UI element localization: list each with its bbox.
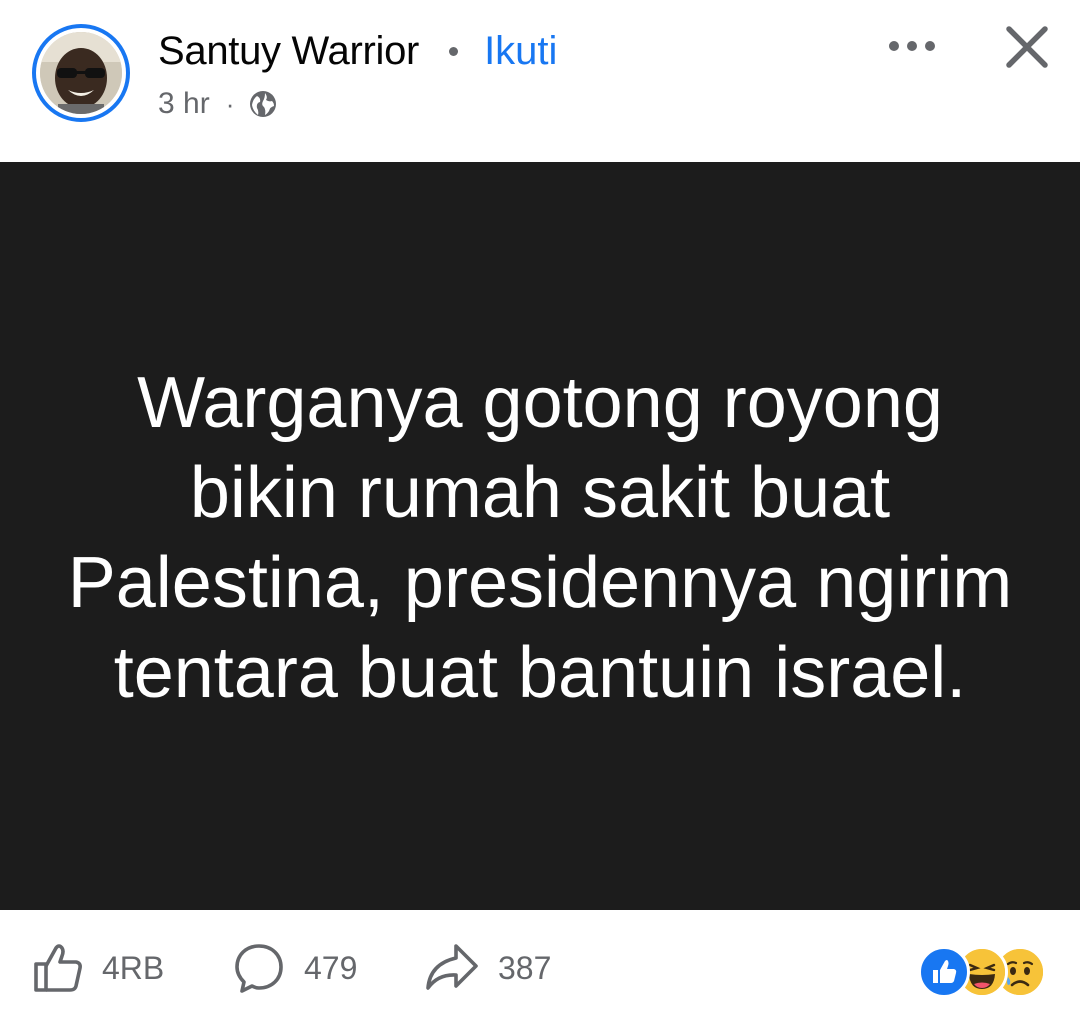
more-options-button[interactable] bbox=[878, 22, 946, 70]
like-reaction-icon bbox=[918, 946, 970, 998]
facebook-post: Santuy Warrior Ikuti 3 hr · Warganya got… bbox=[0, 0, 1080, 1019]
post-timestamp[interactable]: 3 hr bbox=[158, 87, 210, 121]
share-count: 387 bbox=[498, 949, 552, 986]
share-button[interactable]: 387 bbox=[424, 938, 551, 998]
post-text: Warganya gotong royong bikin rumah sakit… bbox=[67, 363, 1013, 713]
globe-icon[interactable] bbox=[248, 89, 278, 119]
post-footer: 4RB 479 387 bbox=[0, 910, 1080, 1019]
close-icon bbox=[1006, 26, 1048, 68]
meta-separator: · bbox=[225, 88, 235, 119]
avatar[interactable] bbox=[40, 32, 122, 114]
like-button[interactable]: 4RB bbox=[32, 938, 164, 998]
post-header: Santuy Warrior Ikuti 3 hr · bbox=[0, 0, 1080, 162]
author-row: Santuy Warrior Ikuti bbox=[158, 26, 557, 76]
more-horizontal-icon bbox=[889, 41, 935, 51]
post-meta: 3 hr · bbox=[158, 84, 278, 124]
avatar-image bbox=[40, 32, 122, 114]
separator-dot bbox=[449, 46, 459, 56]
author-name[interactable]: Santuy Warrior bbox=[158, 29, 419, 74]
close-button[interactable] bbox=[998, 18, 1056, 76]
comment-count: 479 bbox=[304, 949, 358, 986]
avatar-story-ring[interactable] bbox=[32, 24, 130, 122]
reactions-summary[interactable] bbox=[918, 946, 1058, 998]
like-icon bbox=[34, 944, 82, 992]
comment-button[interactable]: 479 bbox=[232, 938, 357, 998]
comment-icon bbox=[235, 944, 283, 993]
share-icon bbox=[426, 944, 478, 990]
like-count: 4RB bbox=[102, 949, 165, 986]
follow-button[interactable]: Ikuti bbox=[484, 29, 557, 74]
post-content-background: Warganya gotong royong bikin rumah sakit… bbox=[0, 162, 1080, 910]
